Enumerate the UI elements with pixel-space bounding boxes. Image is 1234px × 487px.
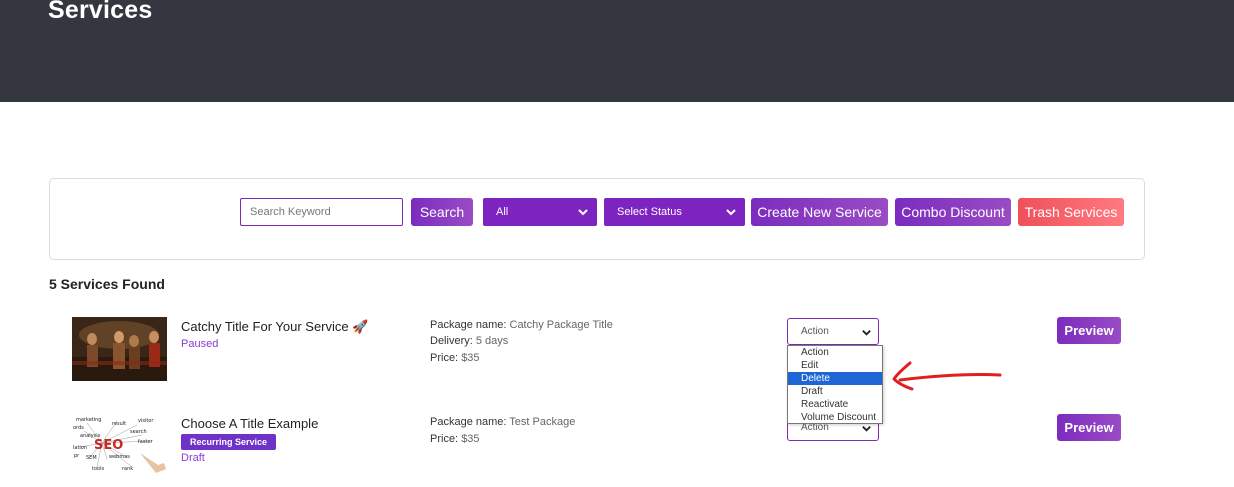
detail-label: Package name: [430,319,507,331]
recurring-service-badge: Recurring Service [181,434,277,450]
word-cloud-text: lation [73,445,87,451]
status-select-value: Select Status [617,206,682,218]
detail-label: Price: [430,352,459,364]
preview-button[interactable]: Preview [1057,414,1121,441]
word-cloud-text: SEM [86,455,97,461]
detail-value: 5 days [475,335,509,347]
search-button[interactable]: Search [411,198,473,226]
word-cloud-text: faster [138,439,153,445]
seo-word-cloud-image: marketing result visitor ords search ana… [72,413,167,477]
page-header: Services [0,0,1234,102]
category-select-value: All [496,206,509,218]
word-cloud-text: marketing [76,417,101,423]
trash-services-button[interactable]: Trash Services [1018,198,1124,226]
red-arrow-annotation [892,361,1002,391]
chevron-down-icon [862,426,871,432]
detail-value: $35 [461,433,480,445]
word-cloud-text: tools [92,466,104,472]
word-cloud-text: visitor [138,418,154,424]
action-option-volume-discount[interactable]: Volume Discount [788,411,882,424]
service-detail-package: Package name: Test Package [430,416,575,428]
category-select[interactable]: All [483,198,597,226]
action-option-delete[interactable]: Delete [788,372,882,385]
service-detail-delivery: Delivery: 5 days [430,335,508,347]
word-cloud-text: search [130,429,147,435]
detail-label: Delivery: [430,335,473,347]
seo-word: SEO [94,438,123,453]
action-select[interactable]: Action [787,318,879,345]
service-detail-price: Price: $35 [430,433,480,445]
detail-label: Price: [430,433,459,445]
service-detail-price: Price: $35 [430,352,480,364]
service-thumbnail[interactable] [72,317,167,381]
service-title[interactable]: Catchy Title For Your Service 🚀 [181,319,368,335]
service-detail-package: Package name: Catchy Package Title [430,319,613,331]
service-status: Paused [181,338,219,350]
performers-image [72,317,167,381]
word-cloud-text: rank [122,466,133,472]
chevron-down-icon [862,330,871,336]
action-dropdown-menu: Action Edit Delete Draft Reactivate Volu… [787,345,883,424]
detail-label: Package name: [430,416,507,428]
word-cloud-text: ords [73,425,84,431]
page-title: Services [48,0,153,24]
action-option-action[interactable]: Action [788,346,882,359]
action-option-reactivate[interactable]: Reactivate [788,398,882,411]
combo-discount-button[interactable]: Combo Discount [895,198,1011,226]
action-select-value: Action [801,326,829,337]
status-select[interactable]: Select Status [604,198,745,226]
chevron-down-icon [578,209,588,216]
word-cloud-text: result [112,421,126,427]
service-status: Draft [181,452,205,464]
detail-value: $35 [461,352,480,364]
detail-value: Test Package [509,416,576,428]
action-option-edit[interactable]: Edit [788,359,882,372]
word-cloud-text: webmas [109,454,130,460]
services-count: 5 Services Found [49,276,165,292]
search-input[interactable] [240,198,403,226]
service-title[interactable]: Choose A Title Example [181,416,318,431]
service-thumbnail[interactable]: marketing result visitor ords search ana… [72,413,167,477]
create-new-service-button[interactable]: Create New Service [751,198,888,226]
action-option-draft[interactable]: Draft [788,385,882,398]
preview-button[interactable]: Preview [1057,317,1121,344]
detail-value: Catchy Package Title [509,319,613,331]
chevron-down-icon [726,209,736,216]
